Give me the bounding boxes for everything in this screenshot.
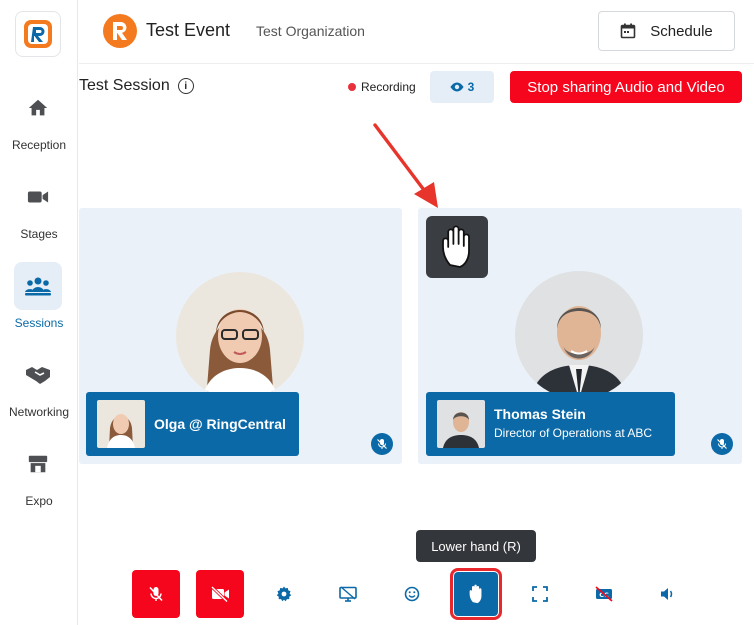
- participant-namecard: Thomas Stein Director of Operations at A…: [426, 392, 675, 456]
- gear-icon: [276, 586, 292, 602]
- people-group-icon: [14, 262, 62, 310]
- fullscreen-icon: [532, 586, 548, 602]
- mic-muted-icon: [371, 433, 393, 455]
- header: Test Event Test Organization Schedule: [79, 0, 754, 64]
- participant-thumbnail: [437, 400, 485, 448]
- raise-hand-icon: [469, 584, 482, 604]
- reactions-button[interactable]: [388, 570, 436, 618]
- sidebar-item-sessions[interactable]: Sessions: [0, 262, 78, 342]
- schedule-button[interactable]: Schedule: [598, 11, 735, 51]
- recording-indicator: Recording: [348, 80, 416, 94]
- viewer-count: 3: [467, 80, 475, 94]
- sidebar-item-label: Stages: [20, 227, 58, 241]
- man-portrait-icon: [515, 271, 643, 399]
- volume-icon: [661, 588, 673, 600]
- participant-avatar: [515, 271, 643, 399]
- toggle-microphone-button[interactable]: [132, 570, 180, 618]
- sidebar-item-reception[interactable]: Reception: [0, 84, 78, 164]
- toggle-camera-button[interactable]: [196, 570, 244, 618]
- screen-share-icon: [339, 586, 357, 602]
- event-title: Test Event: [146, 20, 231, 40]
- participant-role: Director of Operations at ABC: [494, 426, 653, 440]
- video-camera-icon: [14, 173, 62, 221]
- app-logo[interactable]: [15, 11, 61, 57]
- sidebar-item-label: Reception: [11, 138, 67, 152]
- captions-button[interactable]: CC: [580, 570, 628, 618]
- raised-hand-indicator: [426, 216, 488, 278]
- participant-tile[interactable]: Thomas Stein Director of Operations at A…: [418, 208, 742, 464]
- sidebar-item-label: Sessions: [14, 316, 64, 330]
- calendar-icon: [620, 23, 636, 39]
- sidebar-item-networking[interactable]: Networking: [0, 351, 78, 431]
- raised-hand-icon: [442, 225, 470, 268]
- share-screen-button[interactable]: [324, 570, 372, 618]
- info-icon[interactable]: i: [177, 78, 194, 94]
- event-logo-icon: [113, 22, 127, 40]
- participant-namecard: Olga @ RingCentral: [86, 392, 299, 456]
- recording-dot-icon: [348, 83, 356, 91]
- sidebar-item-label: Expo: [25, 494, 53, 508]
- home-icon: [14, 84, 62, 132]
- settings-button[interactable]: [260, 570, 308, 618]
- sidebar-item-expo[interactable]: Expo: [0, 440, 78, 520]
- sidebar-item-stages[interactable]: Stages: [0, 173, 78, 253]
- lower-hand-tooltip: Lower hand (R): [416, 530, 536, 562]
- eye-icon: [450, 82, 464, 92]
- stop-sharing-button[interactable]: Stop sharing Audio and Video: [510, 71, 742, 103]
- participant-avatar: [176, 272, 304, 400]
- app-window: Reception Stages Sessions Networking Exp…: [0, 0, 754, 625]
- mic-off-icon: [149, 586, 163, 602]
- ringcentral-logo-icon: [24, 20, 52, 48]
- participant-name: Thomas Stein: [494, 406, 586, 422]
- sidebar: Reception Stages Sessions Networking Exp…: [0, 0, 78, 625]
- mic-muted-icon: [711, 433, 733, 455]
- lower-hand-button[interactable]: [450, 568, 502, 620]
- session-title-text: Test Session: [79, 77, 170, 94]
- captions-off-icon: CC: [595, 586, 613, 602]
- storefront-icon: [14, 440, 62, 488]
- event-logo: [103, 14, 137, 48]
- volume-button[interactable]: [644, 570, 692, 618]
- emoji-icon: [404, 586, 420, 602]
- annotation-arrow-icon: [373, 123, 438, 208]
- participant-tile[interactable]: Olga @ RingCentral: [79, 208, 402, 464]
- recording-label: Recording: [361, 80, 416, 94]
- session-title: Test Session i: [79, 77, 194, 95]
- schedule-label: Schedule: [650, 22, 713, 40]
- organization-name[interactable]: Test Organization: [256, 23, 365, 39]
- participant-thumbnail: [97, 400, 145, 448]
- handshake-icon: [14, 351, 62, 399]
- woman-portrait-icon: [176, 272, 304, 400]
- viewer-count-badge[interactable]: 3: [430, 71, 494, 103]
- camera-off-icon: [210, 585, 229, 603]
- fullscreen-button[interactable]: [516, 570, 564, 618]
- participant-name: Olga @ RingCentral: [154, 416, 286, 432]
- sidebar-item-label: Networking: [8, 405, 70, 419]
